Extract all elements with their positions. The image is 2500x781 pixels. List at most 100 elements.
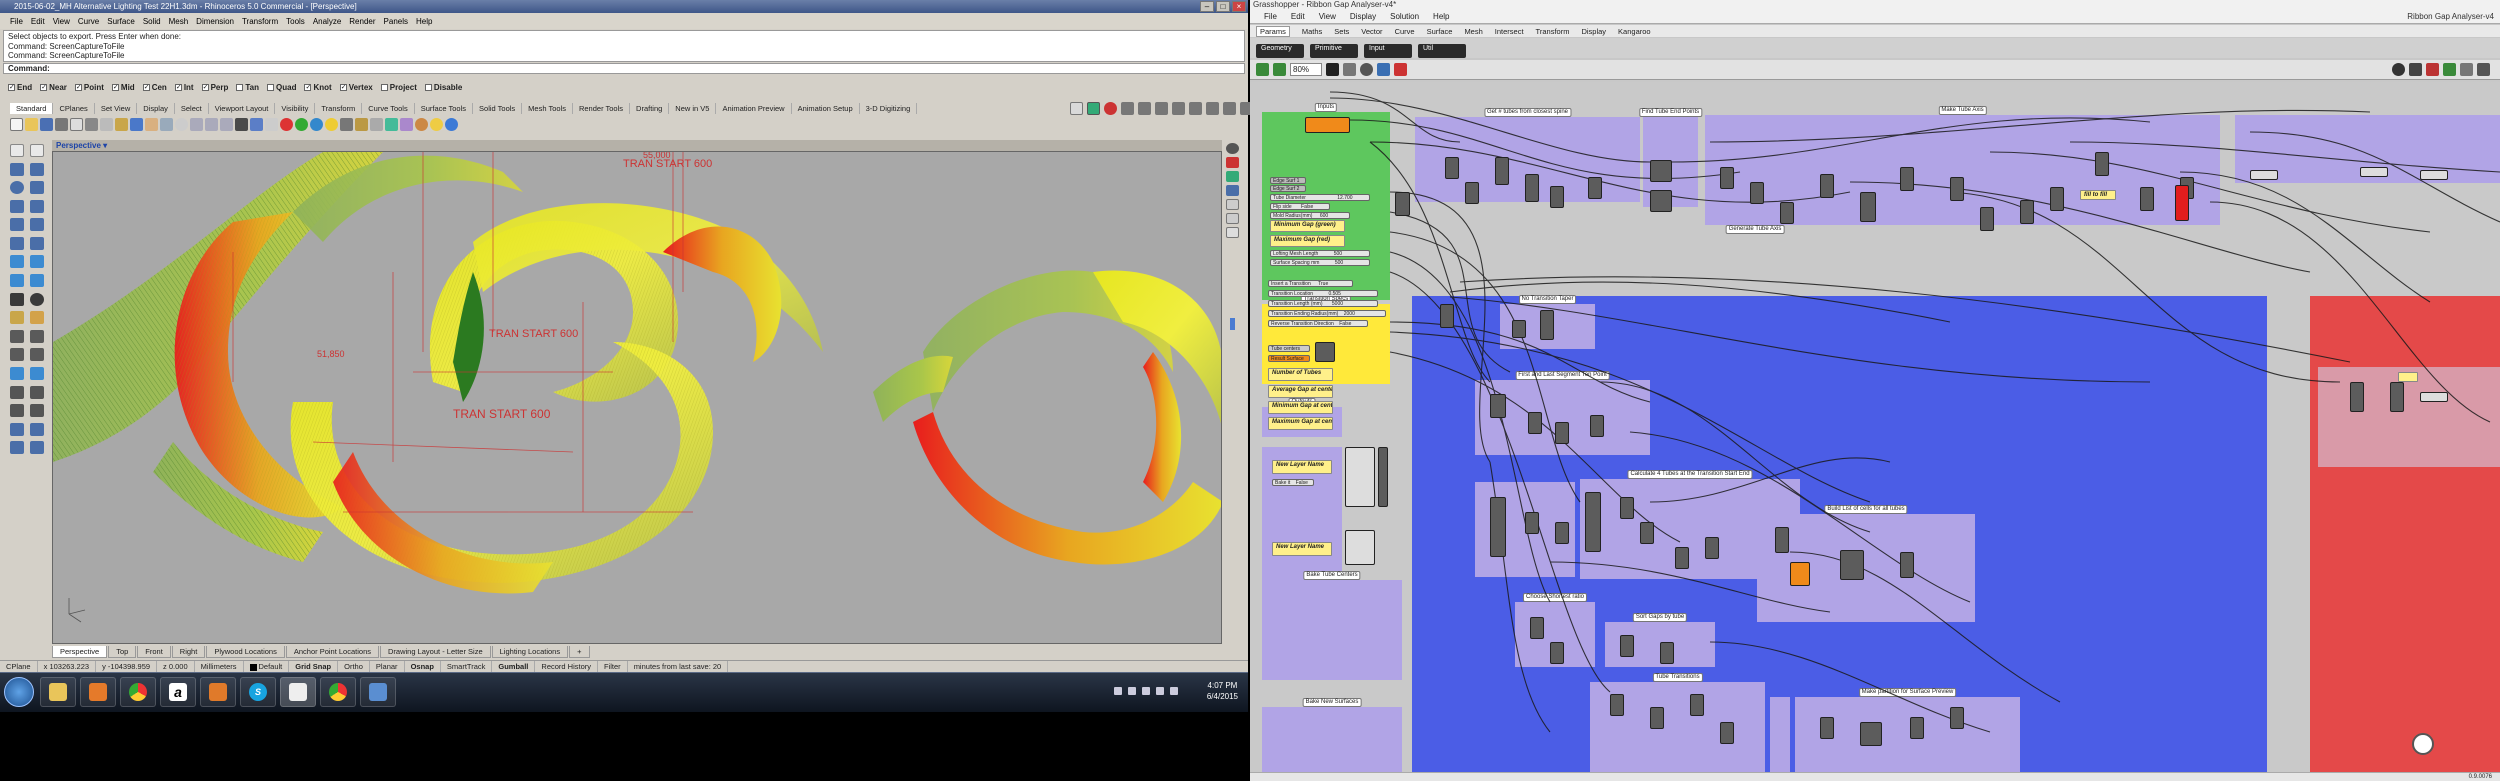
zoom-dynamic-icon[interactable] (1070, 102, 1083, 115)
tab-mesh-tools[interactable]: Mesh Tools (522, 103, 573, 114)
vp-tab-perspective[interactable]: Perspective (52, 646, 108, 658)
gh-component[interactable] (2140, 187, 2154, 211)
reverse-transition-toggle[interactable]: Reverse Transition Direction False (1268, 320, 1368, 327)
gh-component[interactable] (1720, 167, 1734, 189)
camera-view-icon[interactable] (1226, 185, 1239, 196)
gh-value-panel[interactable] (2398, 372, 2418, 382)
shade-icon[interactable] (310, 117, 323, 131)
max-gap-panel[interactable]: Maximum Gap (red) (1270, 235, 1345, 247)
menu-analyze[interactable]: Analyze (313, 17, 341, 26)
gh-component[interactable] (2390, 382, 2404, 412)
view-cube-icon[interactable] (1121, 102, 1134, 115)
gh-component[interactable] (1980, 207, 1994, 231)
osnap-disable[interactable]: Disable (424, 83, 462, 92)
tab-surface-tools[interactable]: Surface Tools (415, 103, 474, 114)
scale-icon[interactable] (30, 348, 44, 362)
tab-cplanes[interactable]: CPlanes (53, 103, 95, 114)
explode-icon[interactable] (30, 404, 44, 418)
gh-component[interactable] (1860, 192, 1876, 222)
gh-tab-maths[interactable]: Maths (1302, 27, 1322, 36)
maximize-button[interactable]: □ (1216, 1, 1230, 12)
gh-component[interactable] (1550, 186, 1564, 208)
arc-icon[interactable] (30, 181, 44, 195)
page-icon[interactable] (1226, 213, 1239, 224)
gh-component[interactable] (1910, 717, 1924, 739)
grasshopper-icon[interactable] (1087, 102, 1100, 115)
new-layer-name-panel[interactable]: New Layer Name (1272, 460, 1332, 474)
gh-component[interactable] (1900, 167, 1914, 191)
tab-display[interactable]: Display (137, 103, 175, 114)
gh-tab-vector[interactable]: Vector (1361, 27, 1382, 36)
vp-tab-right[interactable]: Right (171, 646, 206, 658)
taskbar-rhino[interactable] (280, 677, 316, 707)
vp-tab-drawing-layout[interactable]: Drawing Layout - Letter Size (380, 646, 491, 658)
flag-icon[interactable] (1114, 687, 1122, 695)
menu-help[interactable]: Help (416, 17, 432, 26)
pan-icon[interactable] (1223, 102, 1236, 115)
mesh-icon[interactable] (30, 311, 44, 325)
options-gear-icon[interactable] (370, 117, 383, 131)
gh-component[interactable] (1650, 707, 1664, 729)
gh-note-panel[interactable]: fill to fill (2080, 190, 2116, 200)
zoom-selected-icon[interactable] (220, 117, 233, 131)
gh-component[interactable] (1512, 320, 1526, 338)
analyze-icon[interactable] (30, 441, 44, 455)
mold-radius-slider[interactable]: Mold Radius(mm) 600 (1270, 212, 1350, 219)
gh-edge-surf-params[interactable] (1305, 117, 1350, 133)
gh-component[interactable] (1610, 694, 1624, 716)
gh-component[interactable] (1590, 415, 1604, 437)
transition-length-slider[interactable]: Transition Length (mm) 5000 (1268, 300, 1378, 307)
tab-drafting[interactable]: Drafting (630, 103, 670, 114)
gh-wireframe-icon[interactable] (2392, 63, 2405, 76)
tab-set-view[interactable]: Set View (95, 103, 138, 114)
gh-component[interactable] (1525, 512, 1539, 534)
taskbar-chrome[interactable] (120, 677, 156, 707)
min-gap-panel[interactable]: Minimum Gap (green) (1270, 220, 1345, 232)
osnap-quad[interactable]: Quad (267, 83, 296, 92)
menu-view[interactable]: View (53, 17, 70, 26)
sun-icon[interactable] (430, 117, 443, 131)
gh-geometry-component[interactable] (1315, 342, 1335, 362)
max-gap-center-panel[interactable]: Maximum Gap at center (1268, 417, 1333, 430)
gh-component[interactable] (1555, 422, 1569, 444)
rectangle-icon[interactable] (10, 199, 24, 213)
gh-component[interactable] (1440, 304, 1454, 328)
gh-disable-preview-icon[interactable] (2409, 63, 2422, 76)
extrude-icon[interactable] (30, 255, 44, 269)
clock[interactable]: 4:07 PM 6/4/2015 (1207, 680, 1238, 702)
gh-component[interactable] (1650, 160, 1672, 182)
gh-component[interactable] (1550, 642, 1564, 664)
osnap-int[interactable]: ✓ Int (174, 83, 194, 92)
layer-icon[interactable] (340, 117, 353, 131)
mirror-icon[interactable] (10, 367, 24, 381)
gh-navigation-compass[interactable] (2412, 733, 2434, 755)
camera-icon[interactable] (1155, 102, 1168, 115)
osnap-end[interactable]: ✓ End (8, 83, 32, 92)
lofting-mesh-slider[interactable]: Lofting Mesh Length 500 (1270, 250, 1370, 257)
gh-menu-display[interactable]: Display (1350, 12, 1376, 21)
rotate-object-icon[interactable] (10, 348, 24, 362)
ellipse-icon[interactable] (10, 218, 24, 232)
gh-mesh-quality-icon[interactable] (2460, 63, 2473, 76)
taskbar-remote[interactable] (360, 677, 396, 707)
gh-tab-curve[interactable]: Curve (1395, 27, 1415, 36)
gh-zoom-extents-icon[interactable] (1326, 63, 1339, 76)
osnap-tan[interactable]: Tan (236, 83, 259, 92)
gh-component[interactable] (1490, 394, 1506, 418)
tube-centers-param[interactable]: Tube centers (1268, 345, 1310, 352)
gh-preview-icon[interactable] (1360, 63, 1373, 76)
menu-edit[interactable]: Edit (31, 17, 45, 26)
select-arrow-icon[interactable] (10, 144, 24, 157)
gh-menu-solution[interactable]: Solution (1390, 12, 1419, 21)
hatch-icon[interactable] (10, 441, 24, 455)
chevron-down-icon[interactable]: ▾ (103, 141, 107, 150)
gh-tab-sets[interactable]: Sets (1334, 27, 1349, 36)
start-button[interactable] (4, 677, 34, 707)
tab-curve-tools[interactable]: Curve Tools (362, 103, 415, 114)
osnap-perp[interactable]: ✓ Perp (201, 83, 228, 92)
record-icon[interactable] (1104, 102, 1117, 115)
properties-icon[interactable] (355, 117, 368, 131)
gh-cat-util[interactable]: Util (1418, 44, 1466, 58)
tube-diameter-slider[interactable]: Tube Diameter 12.700 (1270, 194, 1370, 201)
trim-icon[interactable] (10, 385, 24, 399)
